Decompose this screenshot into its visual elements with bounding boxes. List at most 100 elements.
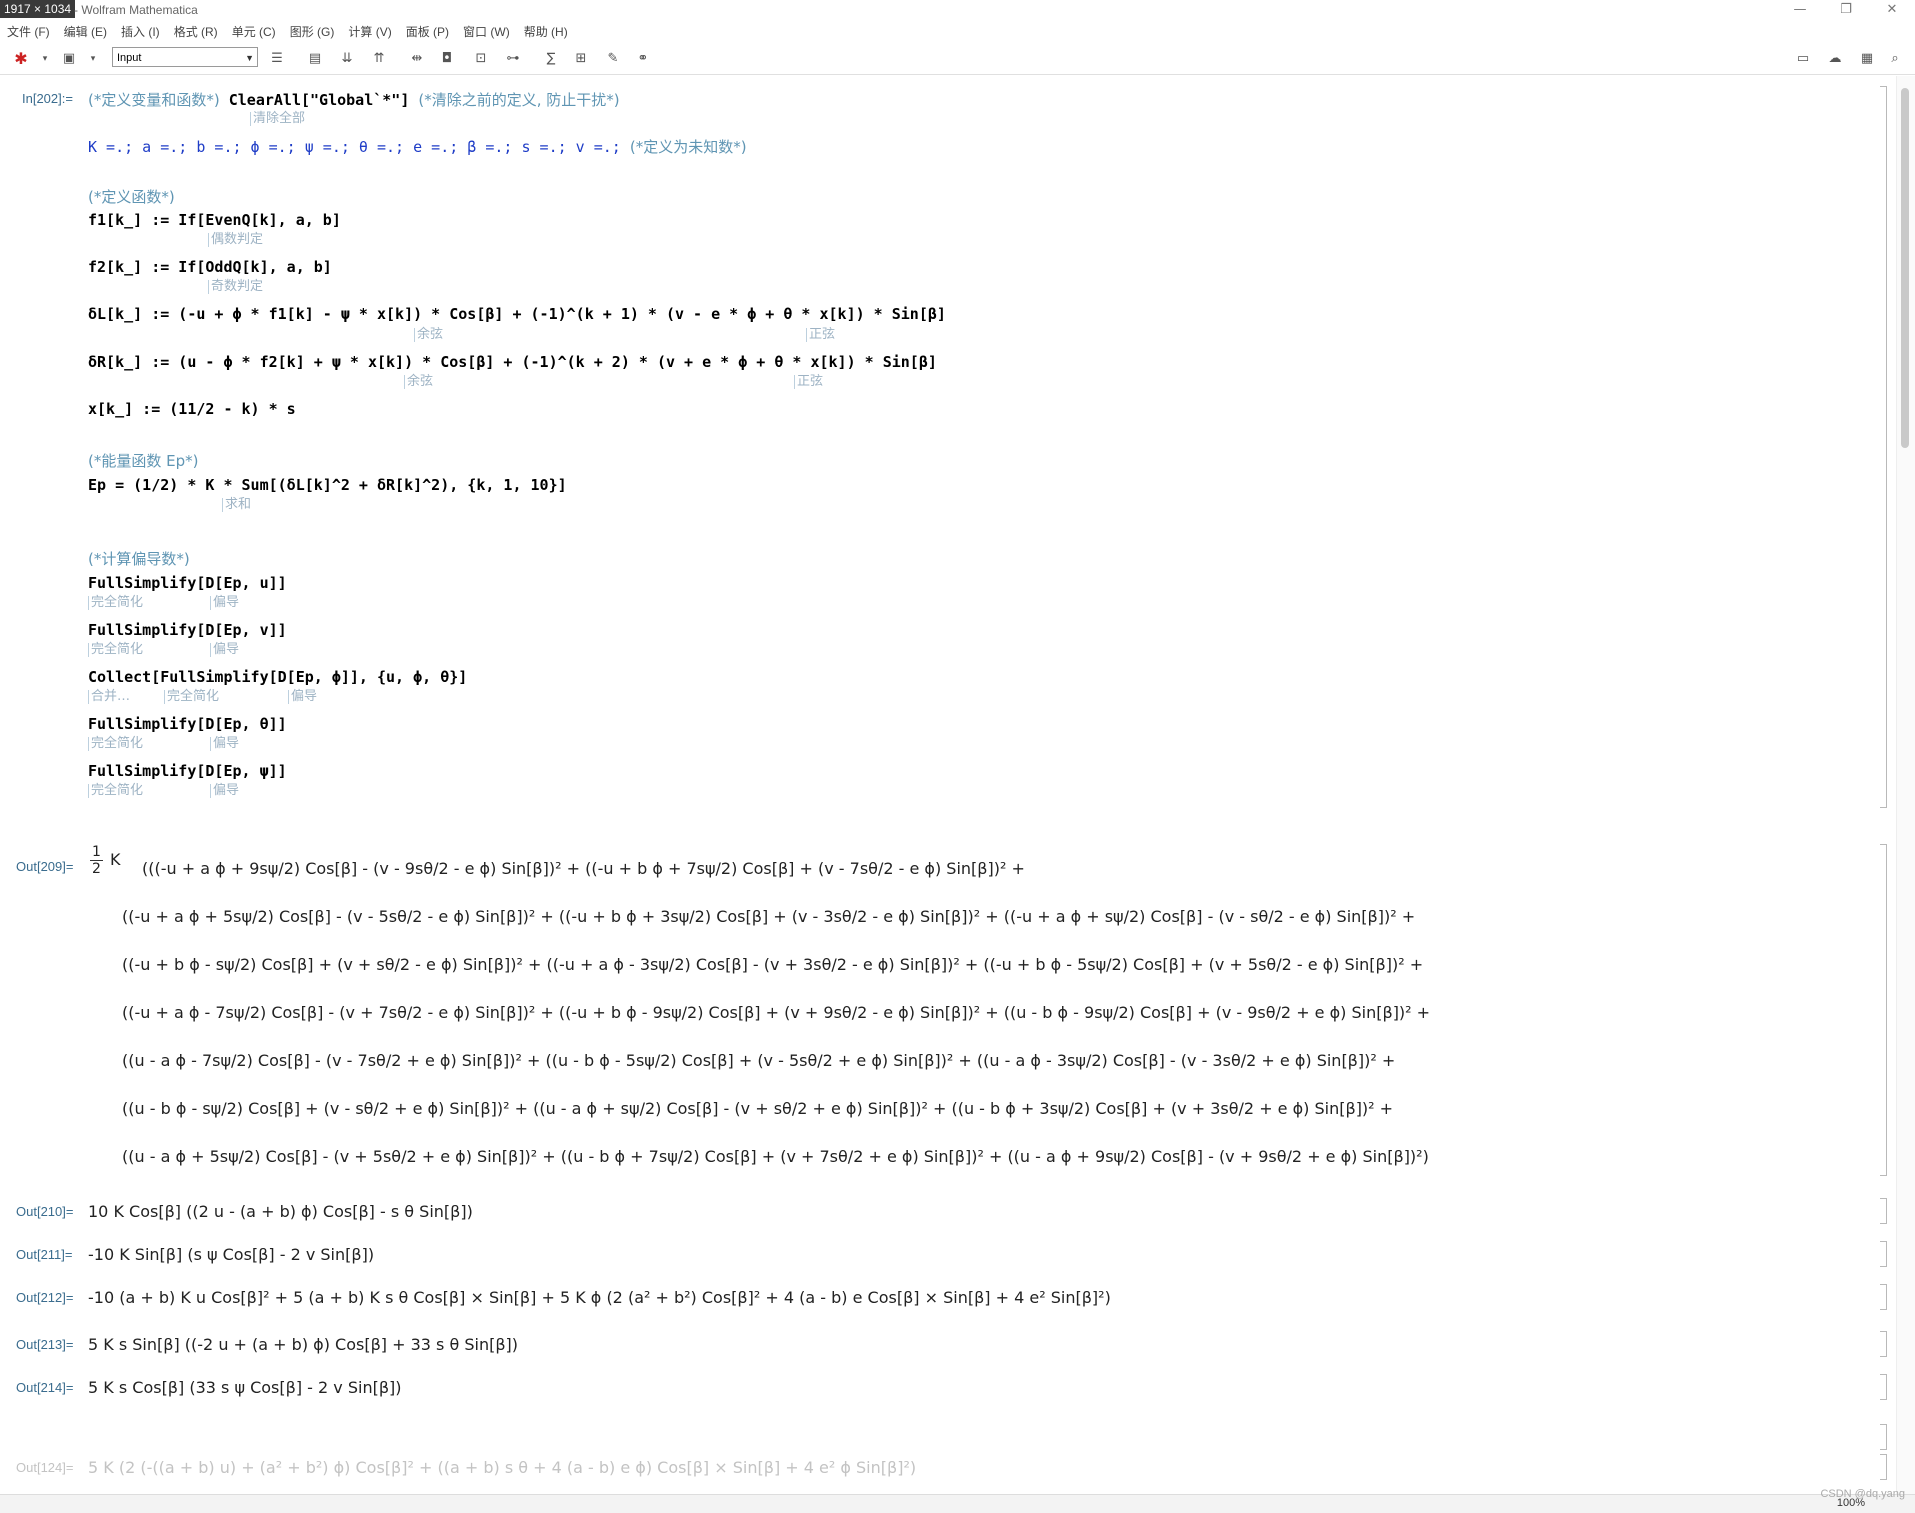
link-icon[interactable]: ⚭ [634,51,652,67]
menu-evaluation[interactable]: 计算 (V) [341,22,398,42]
output-209-row-1[interactable]: (((-u + a ϕ + 9sψ/2) Cos[β] - (v - 9sθ/2… [142,859,1025,878]
tooltip-d-5: 偏导 [210,784,239,798]
title-bar: 1917 × 1034 - Wolfram Mathematica — ❐ ✕ [0,0,1915,22]
output-209-row-5[interactable]: ((u - a ϕ - 7sψ/2) Cos[β] - (v - 7sθ/2 +… [122,1051,1395,1070]
close-button[interactable]: ✕ [1869,0,1915,22]
cell-bracket-input[interactable] [1880,86,1887,808]
output-209-row-7[interactable]: ((u - a ϕ + 5sψ/2) Cos[β] - (v + 5sθ/2 +… [122,1147,1429,1166]
cell-bracket-out209[interactable] [1880,844,1887,1176]
wolfram-star-icon[interactable]: ✱ [12,51,30,67]
output-label-124: Out[124]= [16,1460,74,1475]
chevron-down-icon-2[interactable]: ▾ [84,51,102,67]
document-icon[interactable]: ▦ [1858,51,1876,67]
cell-bracket-4[interactable] [1880,1331,1887,1357]
code-f2[interactable]: f2[k_] := If[OddQ[k], a, b] [88,258,332,276]
output-label-212: Out[212]= [16,1290,74,1305]
comment-icon[interactable]: ▭ [1794,51,1812,67]
pen-icon[interactable]: ✎ [604,51,622,67]
code-clearall: ClearAll["Global`*"] [228,91,410,109]
output-209-prefix: 12 K [90,844,121,877]
tooltip-fullsimplify-3: 完全简化 [164,690,219,704]
cell-bracket-7[interactable] [1880,1454,1887,1480]
search-icon[interactable]: ⌕ [1886,51,1904,67]
menu-graphics[interactable]: 图形 (G) [283,22,342,42]
cell-bracket[interactable] [1880,1198,1887,1224]
output-124[interactable]: 5 K (2 (-((a + b) u) + (a² + b²) ϕ) Cos[… [88,1458,916,1477]
insert-above-icon[interactable]: ⇊ [338,51,356,67]
cell-style-value: Input [117,52,142,64]
menu-palettes[interactable]: 面板 (P) [399,22,456,42]
cell-bracket-6[interactable] [1880,1424,1887,1450]
insert-below-icon[interactable]: ⇈ [370,51,388,67]
format-icon[interactable]: ▤ [306,51,324,67]
chevron-down-icon-3: ▼ [245,53,254,63]
code-d-v[interactable]: FullSimplify[D[Ep, v]] [88,621,287,639]
sum-icon[interactable]: ∑ [542,51,560,67]
output-209-row-2[interactable]: ((-u + a ϕ + 5sψ/2) Cos[β] - (v - 5sθ/2 … [122,907,1415,926]
cell-bracket-5[interactable] [1880,1374,1887,1400]
chevron-down-icon[interactable]: ▾ [36,51,54,67]
input-line-1[interactable]: (*定义变量和函数*) ClearAll["Global`*"] (*清除之前的… [88,89,620,110]
cell-bracket-2[interactable] [1880,1241,1887,1267]
delete-icon[interactable]: ◘ [438,51,456,67]
output-label-210: Out[210]= [16,1204,74,1219]
menu-bar: 文件 (F) 编辑 (E) 插入 (I) 格式 (R) 单元 (C) 图形 (G) 计算 (… [0,22,1915,42]
tooltip-collect: 合并… [88,690,130,704]
matrix-icon[interactable]: ⊞ [572,51,590,67]
menu-edit[interactable]: 编辑 (E) [57,22,114,42]
output-213[interactable]: 5 K s Sin[β] ((-2 u + (a + b) ϕ) Cos[β] … [88,1335,518,1354]
cell-group-icon[interactable]: ▣ [60,51,78,67]
output-210[interactable]: 10 K Cos[β] ((2 u - (a + b) ϕ) Cos[β] - … [88,1202,473,1221]
restore-button[interactable]: ❐ [1823,0,1869,22]
output-label-211: Out[211]= [16,1247,73,1262]
comment: (*定义变量和函数*) [88,91,220,109]
tooltip-oddq: 奇数判定 [208,280,263,294]
output-211[interactable]: -10 K Sin[β] (s ψ Cos[β] - 2 v Sin[β]) [88,1245,374,1264]
tooltip-d-3: 偏导 [288,690,317,704]
notebook: In[202]:= (*定义变量和函数*) ClearAll["Global`*… [0,76,1895,1494]
tooltip-fullsimplify-4: 完全简化 [88,737,143,751]
code-f1[interactable]: f1[k_] := If[EvenQ[k], a, b] [88,211,341,229]
output-214[interactable]: 5 K s Cos[β] (33 s ψ Cos[β] - 2 v Sin[β]… [88,1378,402,1397]
output-209-row-4[interactable]: ((-u + a ϕ - 7sψ/2) Cos[β] - (v + 7sθ/2 … [122,1003,1430,1022]
size-badge: 1917 × 1034 [0,0,76,18]
tooltip-d-2: 偏导 [210,643,239,657]
cell-style-select[interactable]: Input ▼ [112,47,258,67]
code-x[interactable]: x[k_] := (11/2 - k) * s [88,400,296,418]
menu-insert[interactable]: 插入 (I) [114,22,167,42]
menu-help[interactable]: 帮助 (H) [517,22,575,42]
menu-cell[interactable]: 单元 (C) [225,22,283,42]
group-icon[interactable]: ⊡ [472,51,490,67]
output-209-row-3[interactable]: ((-u + b ϕ - sψ/2) Cos[β] + (v + sθ/2 - … [122,955,1423,974]
code-dL[interactable]: δL[k_] := (-u + ϕ * f1[k] - ψ * x[k]) * … [88,305,946,323]
output-209-row-6[interactable]: ((u - b ϕ - sψ/2) Cos[β] + (v - sθ/2 + e… [122,1099,1393,1118]
evaluate-icon[interactable]: ⊶ [504,51,522,67]
code-d-phi[interactable]: Collect[FullSimplify[D[Ep, ϕ]], {u, ϕ, θ… [88,668,467,686]
menu-format[interactable]: 格式 (R) [167,22,225,42]
code-dR[interactable]: δR[k_] := (u - ϕ * f2[k] + ψ * x[k]) * C… [88,353,937,371]
code-d-psi[interactable]: FullSimplify[D[Ep, ψ]] [88,762,287,780]
cell-bracket-icon[interactable]: ☰ [268,51,286,67]
cell-bracket-3[interactable] [1880,1284,1887,1310]
cloud-icon[interactable]: ☁ [1826,51,1844,67]
code-d-theta[interactable]: FullSimplify[D[Ep, θ]] [88,715,287,733]
code-d-u[interactable]: FullSimplify[D[Ep, u]] [88,574,287,592]
minimize-button[interactable]: — [1777,0,1823,22]
menu-window[interactable]: 窗口 (W) [456,22,517,42]
scrollbar-thumb[interactable] [1901,88,1909,448]
comment: (*定义为未知数*) [629,138,747,156]
tooltip-cos: 余弦 [414,328,443,342]
output-label-209: Out[209]= [16,859,74,874]
comment: (*清除之前的定义, 防止干扰*) [418,91,620,109]
menu-file[interactable]: 文件 (F) [0,22,57,42]
code-ep[interactable]: Ep = (1/2) * K * Sum[(δL[k]^2 + δR[k]^2)… [88,476,567,494]
tooltip-d-4: 偏导 [210,737,239,751]
tooltip-sum: 求和 [222,498,251,512]
input-label: In[202]:= [22,91,73,106]
output-212[interactable]: -10 (a + b) K u Cos[β]² + 5 (a + b) K s … [88,1288,1111,1307]
input-line-2[interactable]: K =.; a =.; b =.; ϕ =.; ψ =.; θ =.; e =.… [88,136,747,157]
split-icon[interactable]: ⇹ [408,51,426,67]
comment-define-functions: (*定义函数*) [88,188,175,206]
vertical-scrollbar[interactable] [1896,76,1915,1494]
status-bar: 100% [0,1494,1915,1513]
